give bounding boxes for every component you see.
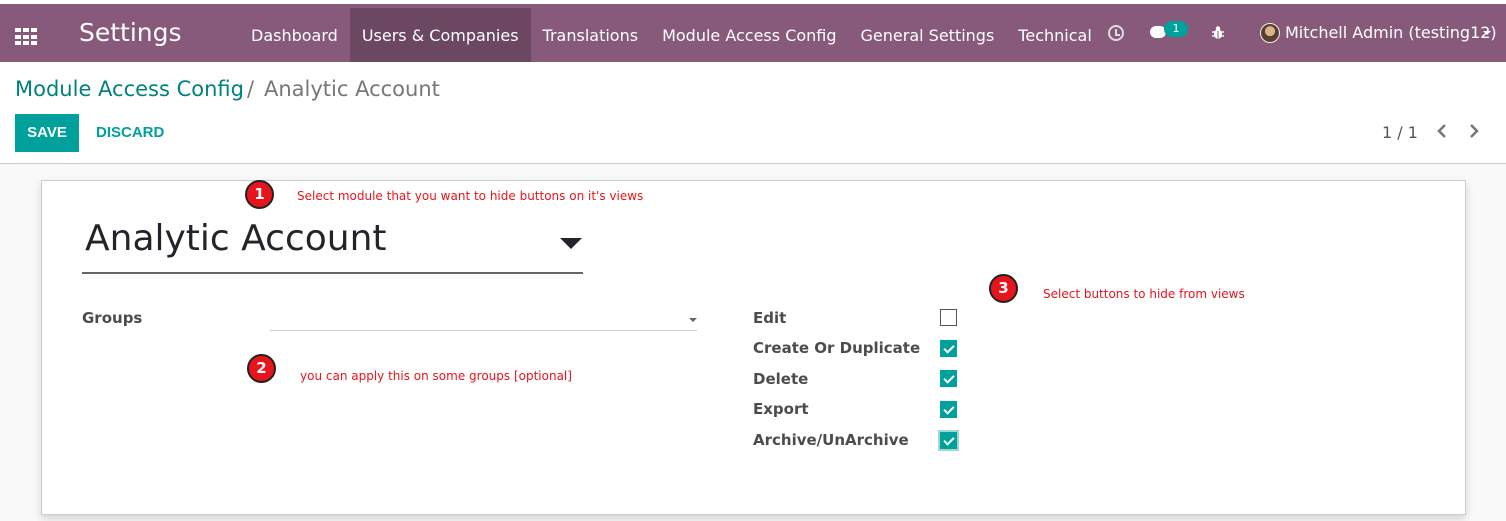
option-checkbox-edit[interactable]	[940, 309, 957, 326]
pager-value[interactable]: 1 / 1	[1382, 123, 1418, 142]
module-model-select[interactable]: Analytic Account	[82, 215, 583, 274]
save-button[interactable]: SAVE	[15, 114, 79, 152]
main-menu: Dashboard Users & Companies Translations…	[239, 8, 1104, 64]
discard-button[interactable]: DISCARD	[96, 114, 164, 152]
breadcrumb-separator: /	[247, 77, 255, 101]
module-model-value: Analytic Account	[85, 218, 387, 259]
option-label-export: Export	[753, 400, 809, 418]
annotation-note-3: Select buttons to hide from views	[1043, 287, 1245, 301]
option-label-archive-unarchive: Archive/UnArchive	[753, 431, 909, 449]
user-menu-name[interactable]: Mitchell Admin (testing12)	[1285, 23, 1497, 42]
user-avatar[interactable]	[1260, 23, 1280, 43]
pager-previous-icon[interactable]	[1434, 122, 1450, 140]
menu-module-access-config[interactable]: Module Access Config	[650, 8, 848, 64]
breadcrumb-parent-link[interactable]: Module Access Config	[15, 77, 244, 101]
option-checkbox-create-or-duplicate[interactable]	[940, 340, 957, 357]
activity-clock-icon[interactable]	[1108, 25, 1124, 41]
option-label-delete: Delete	[753, 370, 809, 388]
option-label-edit: Edit	[753, 309, 787, 327]
groups-input[interactable]	[270, 307, 697, 331]
pager-next-icon[interactable]	[1466, 122, 1482, 140]
option-checkbox-archive-unarchive[interactable]	[938, 430, 959, 451]
top-navbar: Settings Dashboard Users & Companies Tra…	[0, 0, 1506, 64]
apps-menu-icon[interactable]	[15, 28, 37, 46]
annotation-marker-3: 3	[989, 274, 1018, 303]
option-checkbox-delete[interactable]	[940, 370, 957, 387]
menu-translations[interactable]: Translations	[531, 8, 651, 64]
menu-general-settings[interactable]: General Settings	[849, 8, 1007, 64]
annotation-marker-1: 1	[245, 180, 274, 209]
debug-bug-icon[interactable]	[1211, 25, 1225, 41]
user-menu-caret-icon[interactable]	[1483, 31, 1491, 35]
breadcrumb-current: Analytic Account	[264, 77, 440, 101]
groups-dropdown-caret-icon[interactable]	[689, 318, 697, 322]
option-checkbox-export[interactable]	[940, 401, 957, 418]
menu-technical[interactable]: Technical	[1006, 8, 1103, 64]
annotation-note-1: Select module that you want to hide butt…	[297, 189, 644, 203]
control-panel: Module Access Config / Analytic Account …	[0, 62, 1506, 164]
messages-count-badge: 1	[1164, 21, 1188, 37]
option-label-create-or-duplicate: Create Or Duplicate	[753, 339, 921, 357]
app-title: Settings	[79, 18, 182, 47]
annotation-note-2: you can apply this on some groups [optio…	[300, 369, 572, 383]
groups-label: Groups	[82, 309, 143, 327]
menu-dashboard[interactable]: Dashboard	[239, 8, 350, 64]
annotation-marker-2: 2	[247, 354, 276, 383]
model-dropdown-caret-icon[interactable]	[560, 238, 582, 249]
menu-users-companies[interactable]: Users & Companies	[349, 8, 531, 64]
